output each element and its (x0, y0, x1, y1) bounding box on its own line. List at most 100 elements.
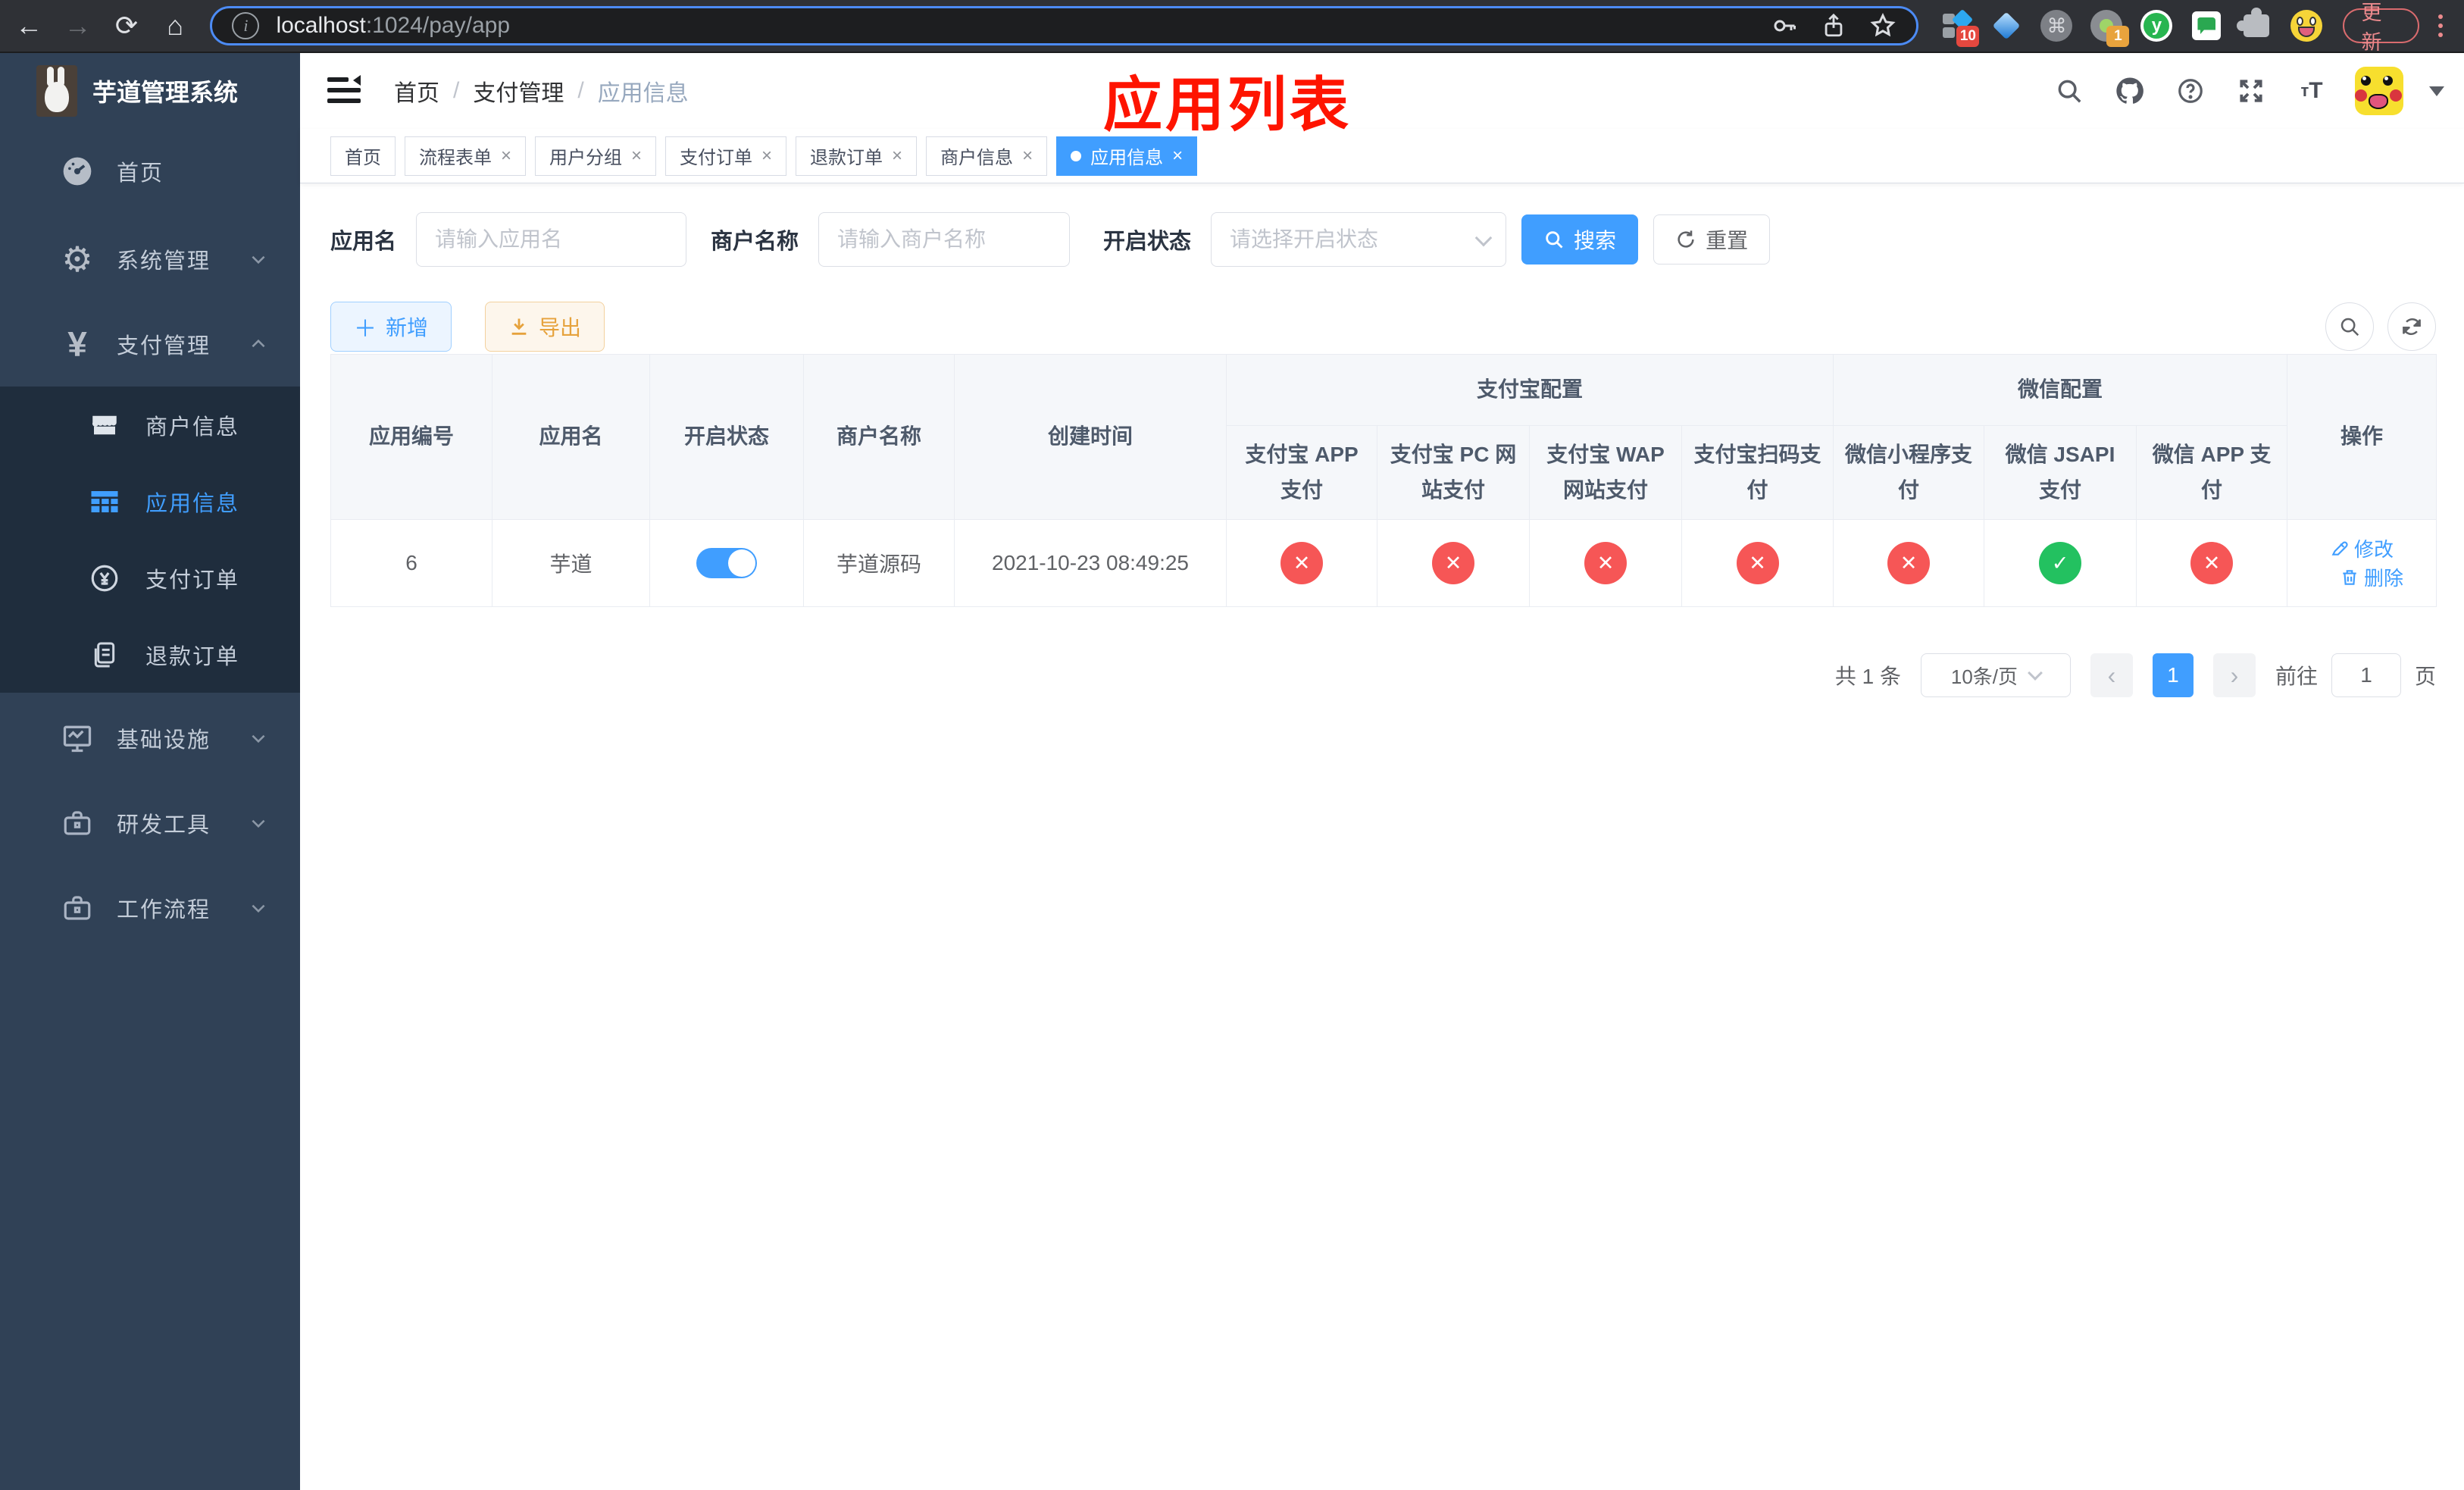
sidebar-logo[interactable]: 芋道管理系统 (0, 53, 300, 129)
goto-unit: 页 (2414, 665, 2436, 688)
prev-page-button[interactable]: ‹ (2090, 653, 2133, 697)
browser-home-icon[interactable]: ⌂ (151, 5, 199, 47)
font-size-icon[interactable]: тT (2294, 74, 2329, 108)
tag-pay-orders[interactable]: 支付订单 × (665, 136, 787, 176)
browser-chrome: ← → ⟳ ⌂ i localhost:1024/pay/app 10 ⌘ 1 (0, 0, 2464, 54)
alipay-pc-status-icon: ✕ (1432, 542, 1474, 584)
tag-refund-orders[interactable]: 退款订单 × (796, 136, 918, 176)
bookmark-star-icon[interactable] (1869, 12, 1896, 39)
share-icon[interactable] (1821, 13, 1846, 39)
sidebar-item-infrastructure[interactable]: 基础设施 (0, 696, 300, 781)
password-key-icon[interactable] (1771, 12, 1798, 39)
extension-chat-icon[interactable] (2190, 9, 2223, 42)
cell-status (649, 519, 804, 607)
tags-bar: 首页 流程表单 × 用户分组 × 支付订单 × 退款订单 × 商户信息 × 应用信息 × (300, 129, 2464, 183)
show-search-button[interactable] (2325, 302, 2374, 351)
group-header-alipay: 支付宝配置 (1225, 354, 1834, 426)
sidebar-item-payment[interactable]: ¥ 支付管理 (0, 302, 300, 387)
browser-forward-icon[interactable]: → (53, 5, 102, 47)
extension-gem-icon[interactable] (1990, 9, 2023, 42)
search-icon (1546, 231, 1563, 249)
search-icon[interactable] (2052, 74, 2087, 108)
breadcrumb-separator: / (453, 78, 460, 103)
sidebar-item-label: 基础设施 (117, 728, 211, 753)
tag-user-group[interactable]: 用户分组 × (535, 136, 657, 176)
breadcrumb-payment[interactable]: 支付管理 (473, 74, 564, 108)
sidebar-item-refund-orders[interactable]: 退款订单 (0, 616, 300, 693)
sidebar-fold-icon[interactable] (327, 75, 362, 106)
sidebar-item-app-info[interactable]: 应用信息 (0, 463, 300, 540)
merchant-name-input[interactable] (818, 212, 1071, 267)
sidebar-item-home[interactable]: 首页 (0, 129, 300, 214)
sidebar-item-label: 应用信息 (145, 491, 240, 516)
goto-label: 前往 (2275, 665, 2318, 688)
reset-button[interactable]: 重置 (1653, 214, 1771, 265)
tag-home[interactable]: 首页 (330, 136, 396, 176)
user-avatar[interactable] (2355, 67, 2403, 115)
chevron-up-icon (249, 334, 268, 354)
sidebar-item-label: 首页 (117, 161, 164, 186)
close-icon[interactable]: × (501, 146, 511, 167)
breadcrumb-home[interactable]: 首页 (394, 74, 439, 108)
sidebar-item-label: 退款订单 (145, 644, 240, 669)
close-icon[interactable]: × (761, 146, 772, 167)
close-icon[interactable]: × (1022, 146, 1033, 167)
tag-merchant-info[interactable]: 商户信息 × (926, 136, 1048, 176)
export-button[interactable]: 导出 (485, 302, 605, 352)
sidebar-item-dev-tools[interactable]: 研发工具 (0, 781, 300, 866)
browser-back-icon[interactable]: ← (5, 5, 53, 47)
extension-recorder-icon[interactable]: 1 (2090, 9, 2130, 47)
goto-page-input[interactable] (2331, 653, 2401, 697)
tag-process-form[interactable]: 流程表单 × (405, 136, 527, 176)
shop-icon (86, 409, 123, 441)
col-header-wechat-app: 微信 APP 支付 (2136, 425, 2288, 520)
avatar-caret-icon[interactable] (2429, 86, 2444, 104)
pagination: 共 1 条 10条/页 ‹ 1 › 前往 页 (330, 653, 2436, 697)
wechat-app-status-icon: ✕ (2190, 542, 2234, 584)
app-name-label: 应用名 (330, 230, 397, 254)
app-name-input[interactable] (416, 212, 687, 267)
sidebar-item-label: 研发工具 (117, 813, 211, 837)
page-size-select[interactable]: 10条/页 (1920, 653, 2071, 697)
extension-y-icon[interactable] (2140, 9, 2173, 42)
edit-link[interactable]: 修改 (2330, 534, 2394, 562)
coin-icon (86, 562, 123, 594)
github-icon[interactable] (2112, 74, 2147, 108)
app-enabled-toggle[interactable] (696, 548, 757, 578)
profile-emoji-icon[interactable] (2290, 9, 2323, 42)
delete-link[interactable]: 删除 (2340, 563, 2403, 591)
chevron-down-icon (2028, 665, 2043, 681)
site-info-icon[interactable]: i (232, 12, 260, 39)
page-1-button[interactable]: 1 (2152, 653, 2194, 697)
app-title: 芋道管理系统 (92, 79, 239, 106)
sidebar-item-pay-orders[interactable]: 支付订单 (0, 540, 300, 616)
browser-update-button[interactable]: 更新 (2343, 2, 2420, 54)
status-select[interactable] (1211, 212, 1507, 267)
monitor-icon (59, 722, 95, 755)
extension-command-icon[interactable]: ⌘ (2040, 9, 2073, 42)
refresh-table-button[interactable] (2387, 302, 2436, 351)
fullscreen-icon[interactable] (2234, 74, 2269, 108)
app-table: 应用编号 应用名 开启状态 商户名称 创建时间 支付宝配置 微信配置 操作 支付… (330, 354, 2437, 607)
add-button[interactable]: ＋ 新增 (330, 302, 452, 352)
close-icon[interactable]: × (1172, 146, 1183, 167)
url-bar[interactable]: i localhost:1024/pay/app (210, 6, 1919, 45)
browser-menu-icon[interactable] (2424, 9, 2456, 42)
dashboard-icon (59, 155, 95, 188)
col-header-created: 创建时间 (954, 354, 1227, 520)
close-icon[interactable]: × (892, 146, 902, 167)
extensions-puzzle-icon[interactable] (2237, 8, 2273, 42)
sidebar-item-system[interactable]: ⚙ 系统管理 (0, 217, 300, 302)
status-select-input[interactable] (1211, 212, 1507, 267)
browser-reload-icon[interactable]: ⟳ (102, 5, 151, 47)
sidebar-item-label: 支付订单 (145, 568, 240, 593)
sidebar-item-label: 工作流程 (117, 898, 211, 922)
breadcrumb: 首页 / 支付管理 / 应用信息 (394, 74, 689, 108)
sidebar-item-merchant-info[interactable]: 商户信息 (0, 387, 300, 463)
search-button[interactable]: 搜索 (1521, 214, 1639, 265)
next-page-button[interactable]: › (2212, 653, 2256, 697)
help-icon[interactable] (2173, 74, 2208, 108)
extension-pinned-icon[interactable]: 10 (1940, 8, 1980, 47)
sidebar-item-workflow[interactable]: 工作流程 (0, 866, 300, 950)
close-icon[interactable]: × (631, 146, 642, 167)
